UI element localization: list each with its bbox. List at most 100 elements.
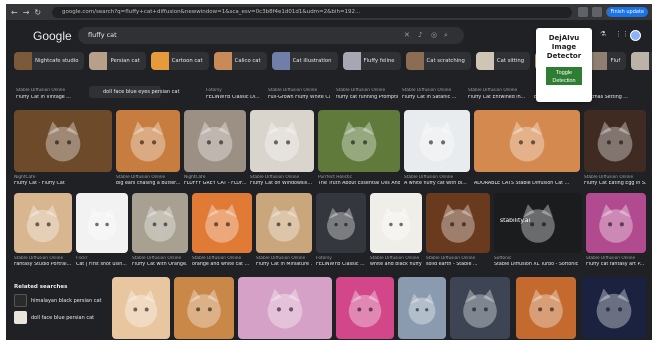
result-image[interactable] [116, 110, 180, 172]
result-source: Fotorsy [316, 256, 332, 261]
filter-chip[interactable]: Persian cat [89, 52, 146, 70]
result-caption[interactable]: Fluffy Cat in Vintage ... [16, 95, 71, 101]
result-image[interactable] [14, 193, 72, 253]
result-image[interactable] [516, 277, 576, 339]
microphone-icon[interactable]: ♪ [418, 31, 422, 39]
chip-thumbnail [213, 52, 232, 70]
result-image[interactable] [404, 110, 470, 172]
cat-image [597, 121, 633, 162]
result-image[interactable] [316, 193, 366, 253]
search-box[interactable]: fluffy cat ✕ ♪ ◎ ⌕ [78, 27, 464, 44]
filter-chip[interactable]: Cat illustration [271, 52, 338, 70]
puzzle-icon[interactable] [592, 7, 602, 17]
result-source: Purrfect Holistic [318, 175, 352, 180]
result-image[interactable] [256, 193, 312, 253]
result-source: Stable Diffusion Online [404, 175, 454, 180]
result-caption[interactable]: Fluffy Cat with Orange... [132, 262, 188, 268]
result-caption[interactable]: Fluffy Cat in Satanic ... [402, 95, 464, 101]
back-icon[interactable]: ← [11, 8, 18, 17]
filter-chip[interactable]: Calico cat [213, 52, 267, 70]
related-search-item[interactable]: doll face blue persian cat [14, 311, 110, 324]
result-source: Stable Diffusion Online [586, 256, 636, 261]
result-image[interactable] [336, 277, 394, 339]
result-image[interactable] [584, 110, 646, 172]
result-source: Stable Diffusion Online [402, 88, 452, 93]
result-source: Stable Diffusion Online [268, 88, 318, 93]
finish-update-button[interactable]: Finish update [606, 7, 648, 17]
result-image[interactable] [76, 193, 128, 253]
address-bar[interactable]: google.com/search?q=fluffy+cat+diffusion… [52, 7, 572, 18]
result-caption[interactable]: Fluffy Cat - Fluffy Cat [14, 181, 112, 187]
cat-image [348, 289, 382, 328]
labs-icon[interactable]: ⚗ [600, 30, 606, 38]
cat-image [45, 121, 81, 162]
related-chip-doll-face[interactable]: doll face blue eyes persian cat [89, 86, 179, 98]
filter-chip[interactable]: Cat scratching [405, 52, 471, 70]
apps-icon[interactable]: ⋮⋮ [615, 30, 629, 38]
filter-chip[interactable]: Nightcafe studio [14, 52, 85, 70]
result-source: Stable Diffusion Online [468, 88, 518, 93]
related-searches: Related searches himalayan black persian… [14, 280, 110, 340]
result-caption[interactable]: FLUFFY GREY CAT - FLUF... [184, 181, 246, 187]
search-icon[interactable]: ⌕ [444, 31, 448, 40]
forward-icon[interactable]: → [23, 8, 30, 17]
filter-chip[interactable]: Fluf [589, 52, 627, 70]
result-caption[interactable]: A white fluffy cat with bl... [404, 181, 470, 187]
result-image[interactable] [174, 277, 234, 339]
result-image[interactable] [426, 193, 490, 253]
result-caption[interactable]: Stable Diffusion XL Turbo - Softonic [494, 262, 582, 268]
cat-image [268, 205, 300, 242]
camera-icon[interactable]: ◎ [431, 31, 437, 39]
result-image[interactable] [582, 277, 646, 339]
google-logo[interactable]: Google [33, 29, 72, 43]
filter-chip[interactable]: Fluffy feline [342, 52, 401, 70]
result-caption[interactable]: Fluffy Cat Eating Egg in S... [584, 181, 646, 187]
result-image[interactable] [318, 110, 400, 172]
result-image[interactable] [192, 193, 252, 253]
cat-image [441, 204, 475, 243]
filter-chip[interactable]: Cat sitting [475, 52, 531, 70]
result-image[interactable] [238, 277, 332, 339]
result-caption[interactable]: orange and white cat ... [192, 262, 252, 268]
result-image[interactable] [112, 277, 170, 339]
result-image[interactable] [132, 193, 188, 253]
result-caption[interactable]: The Truth About Essential Oils And C... [318, 181, 400, 187]
result-caption[interactable]: ADORABLE CATS Stable Diffusion Cat ... [474, 181, 580, 187]
result-caption[interactable]: Fluffy cat fantasy art P... [586, 262, 646, 268]
result-caption[interactable]: FELINWYB Classic Di... [206, 95, 268, 101]
reload-icon[interactable]: ↻ [34, 8, 41, 17]
result-image[interactable] [250, 110, 314, 172]
extension-icon[interactable] [578, 7, 588, 17]
result-caption[interactable]: Fantasy Studio Portrai... [14, 262, 72, 268]
result-caption[interactable]: Full-Grown Fluffy White Cat... [268, 95, 330, 101]
result-image[interactable] [370, 193, 422, 253]
result-image[interactable] [450, 277, 510, 339]
cat-image [187, 289, 221, 328]
clear-icon[interactable]: ✕ [404, 31, 410, 39]
cat-image [124, 289, 158, 328]
result-image[interactable] [14, 110, 112, 172]
chip-thumbnail [475, 52, 494, 70]
result-source: Stable Diffusion Online [370, 256, 420, 261]
result-caption[interactable]: fluffy cat running Prompts |... [336, 95, 398, 101]
related-search-item[interactable]: himalayan black persian cat [14, 294, 110, 307]
search-input[interactable]: fluffy cat [88, 31, 117, 39]
result-caption[interactable]: Fluffy Cat in Miniature ... [256, 262, 312, 268]
result-image[interactable] [474, 110, 580, 172]
chip-thumbnail [271, 52, 290, 70]
avatar[interactable] [630, 30, 641, 41]
result-image[interactable] [586, 193, 646, 253]
toggle-detection-button[interactable]: Toggle Detection [546, 67, 582, 85]
result-caption[interactable]: big ears chasing a butter... [116, 181, 180, 187]
result-caption[interactable]: Fluffy Cat on Windowsill... [250, 181, 314, 187]
result-caption[interactable]: Fluffy Cat Entwined in... [468, 95, 530, 101]
result-caption[interactable]: Cat | First shot usin... [76, 262, 128, 268]
filter-chip[interactable]: Animal [631, 52, 652, 70]
result-image[interactable] [184, 110, 246, 172]
result-caption[interactable]: solid earth - Stable ... [426, 262, 490, 268]
result-caption[interactable]: white and black fluffy ... [370, 262, 422, 268]
chip-label: Cat scratching [426, 58, 465, 64]
filter-chip[interactable]: Cartoon cat [150, 52, 209, 70]
result-caption[interactable]: FELINWYB Classic ... [316, 262, 366, 268]
result-image[interactable] [398, 277, 446, 339]
